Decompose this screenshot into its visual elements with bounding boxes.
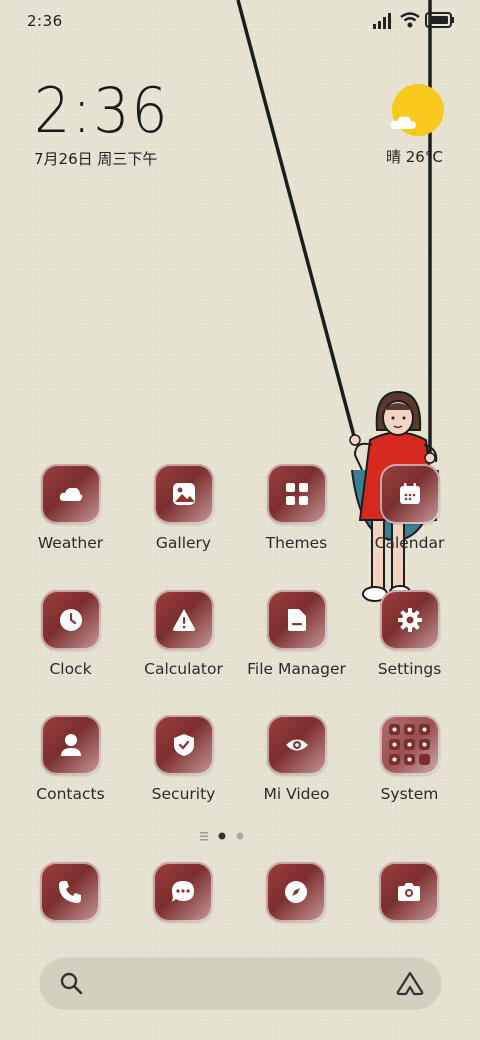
app-label: Security [151, 785, 216, 803]
app-settings[interactable]: Settings [353, 590, 466, 678]
app-label: Gallery [155, 534, 212, 552]
app-icon-tile [153, 464, 214, 524]
app-label: Contacts [36, 785, 105, 803]
dock-phone[interactable] [40, 862, 100, 922]
app-icon-tile [40, 464, 101, 524]
app-icon-tile [40, 715, 101, 775]
grid-icon [285, 483, 308, 505]
page-indicator[interactable] [200, 830, 260, 842]
app-label: System [380, 785, 439, 803]
page-dot [236, 832, 244, 840]
app-icon-tile [379, 590, 440, 650]
app-weather[interactable]: Weather [14, 464, 127, 552]
app-clock[interactable]: Clock [14, 590, 127, 678]
message-icon [172, 881, 194, 902]
app-label: Calculator [144, 660, 223, 678]
clock-date: 7月26日 周三下午 [34, 150, 158, 168]
shield-icon [173, 734, 194, 756]
app-icon-tile [266, 590, 327, 650]
cloud-icon [59, 487, 82, 501]
wifi-icon [400, 12, 420, 28]
status-time: 2:36 [27, 12, 63, 30]
battery-icon [425, 12, 454, 28]
search-icon[interactable] [59, 971, 83, 995]
app-security[interactable]: Security [127, 715, 240, 803]
folder-grid-icon [388, 724, 430, 765]
camera-icon [398, 883, 420, 901]
dock-browser[interactable] [266, 862, 326, 922]
signal-icon [373, 13, 391, 29]
app-icon-tile [266, 464, 327, 524]
app-icon-tile [153, 590, 214, 650]
app-label: Calendar [374, 534, 445, 552]
app-themes[interactable]: Themes [240, 464, 353, 552]
app-gallery[interactable]: Gallery [127, 464, 240, 552]
app-icon-tile [379, 464, 440, 524]
app-calendar[interactable]: Calendar [353, 464, 466, 552]
app-label: Themes [265, 534, 328, 552]
warning-icon [172, 609, 195, 631]
folder-icon [287, 609, 306, 631]
clock-icon [59, 609, 82, 631]
assistant-icon[interactable] [395, 970, 425, 996]
dock [0, 862, 480, 924]
app-icon-tile [153, 715, 214, 775]
app-file-manager[interactable]: File Manager [240, 590, 353, 678]
status-bar: 2:36 [0, 0, 480, 42]
app-label: Mi Video [263, 785, 330, 803]
cloud-icon [390, 116, 417, 129]
app-icon-tile [266, 715, 327, 775]
search-bar[interactable] [39, 956, 442, 1010]
app-label: Settings [377, 660, 442, 678]
person-icon [60, 734, 81, 756]
app-icon-tile [379, 715, 440, 775]
eye-icon [285, 739, 308, 751]
calendar-icon [399, 483, 420, 504]
app-mi-video[interactable]: Mi Video [240, 715, 353, 803]
app-calculator[interactable]: Calculator [127, 590, 240, 678]
app-label: File Manager [247, 660, 346, 678]
compass-icon [285, 881, 307, 903]
app-label: Clock [49, 660, 92, 678]
dock-camera[interactable] [379, 862, 439, 922]
app-label: Weather [37, 534, 104, 552]
app-contacts[interactable]: Contacts [14, 715, 127, 803]
clock-widget[interactable]: 2:36 7月26日 周三下午 [34, 74, 181, 169]
page-dot-active [218, 832, 226, 840]
weather-text: 晴 26°C [386, 148, 443, 166]
list-page-icon [200, 832, 208, 841]
phone-icon [59, 881, 81, 903]
clock-time: 2:36 [34, 74, 170, 147]
app-icon-tile [40, 590, 101, 650]
gear-icon [397, 608, 422, 632]
app-system-folder[interactable]: System [353, 715, 466, 803]
dock-messages[interactable] [153, 862, 213, 922]
picture-icon [172, 483, 195, 505]
